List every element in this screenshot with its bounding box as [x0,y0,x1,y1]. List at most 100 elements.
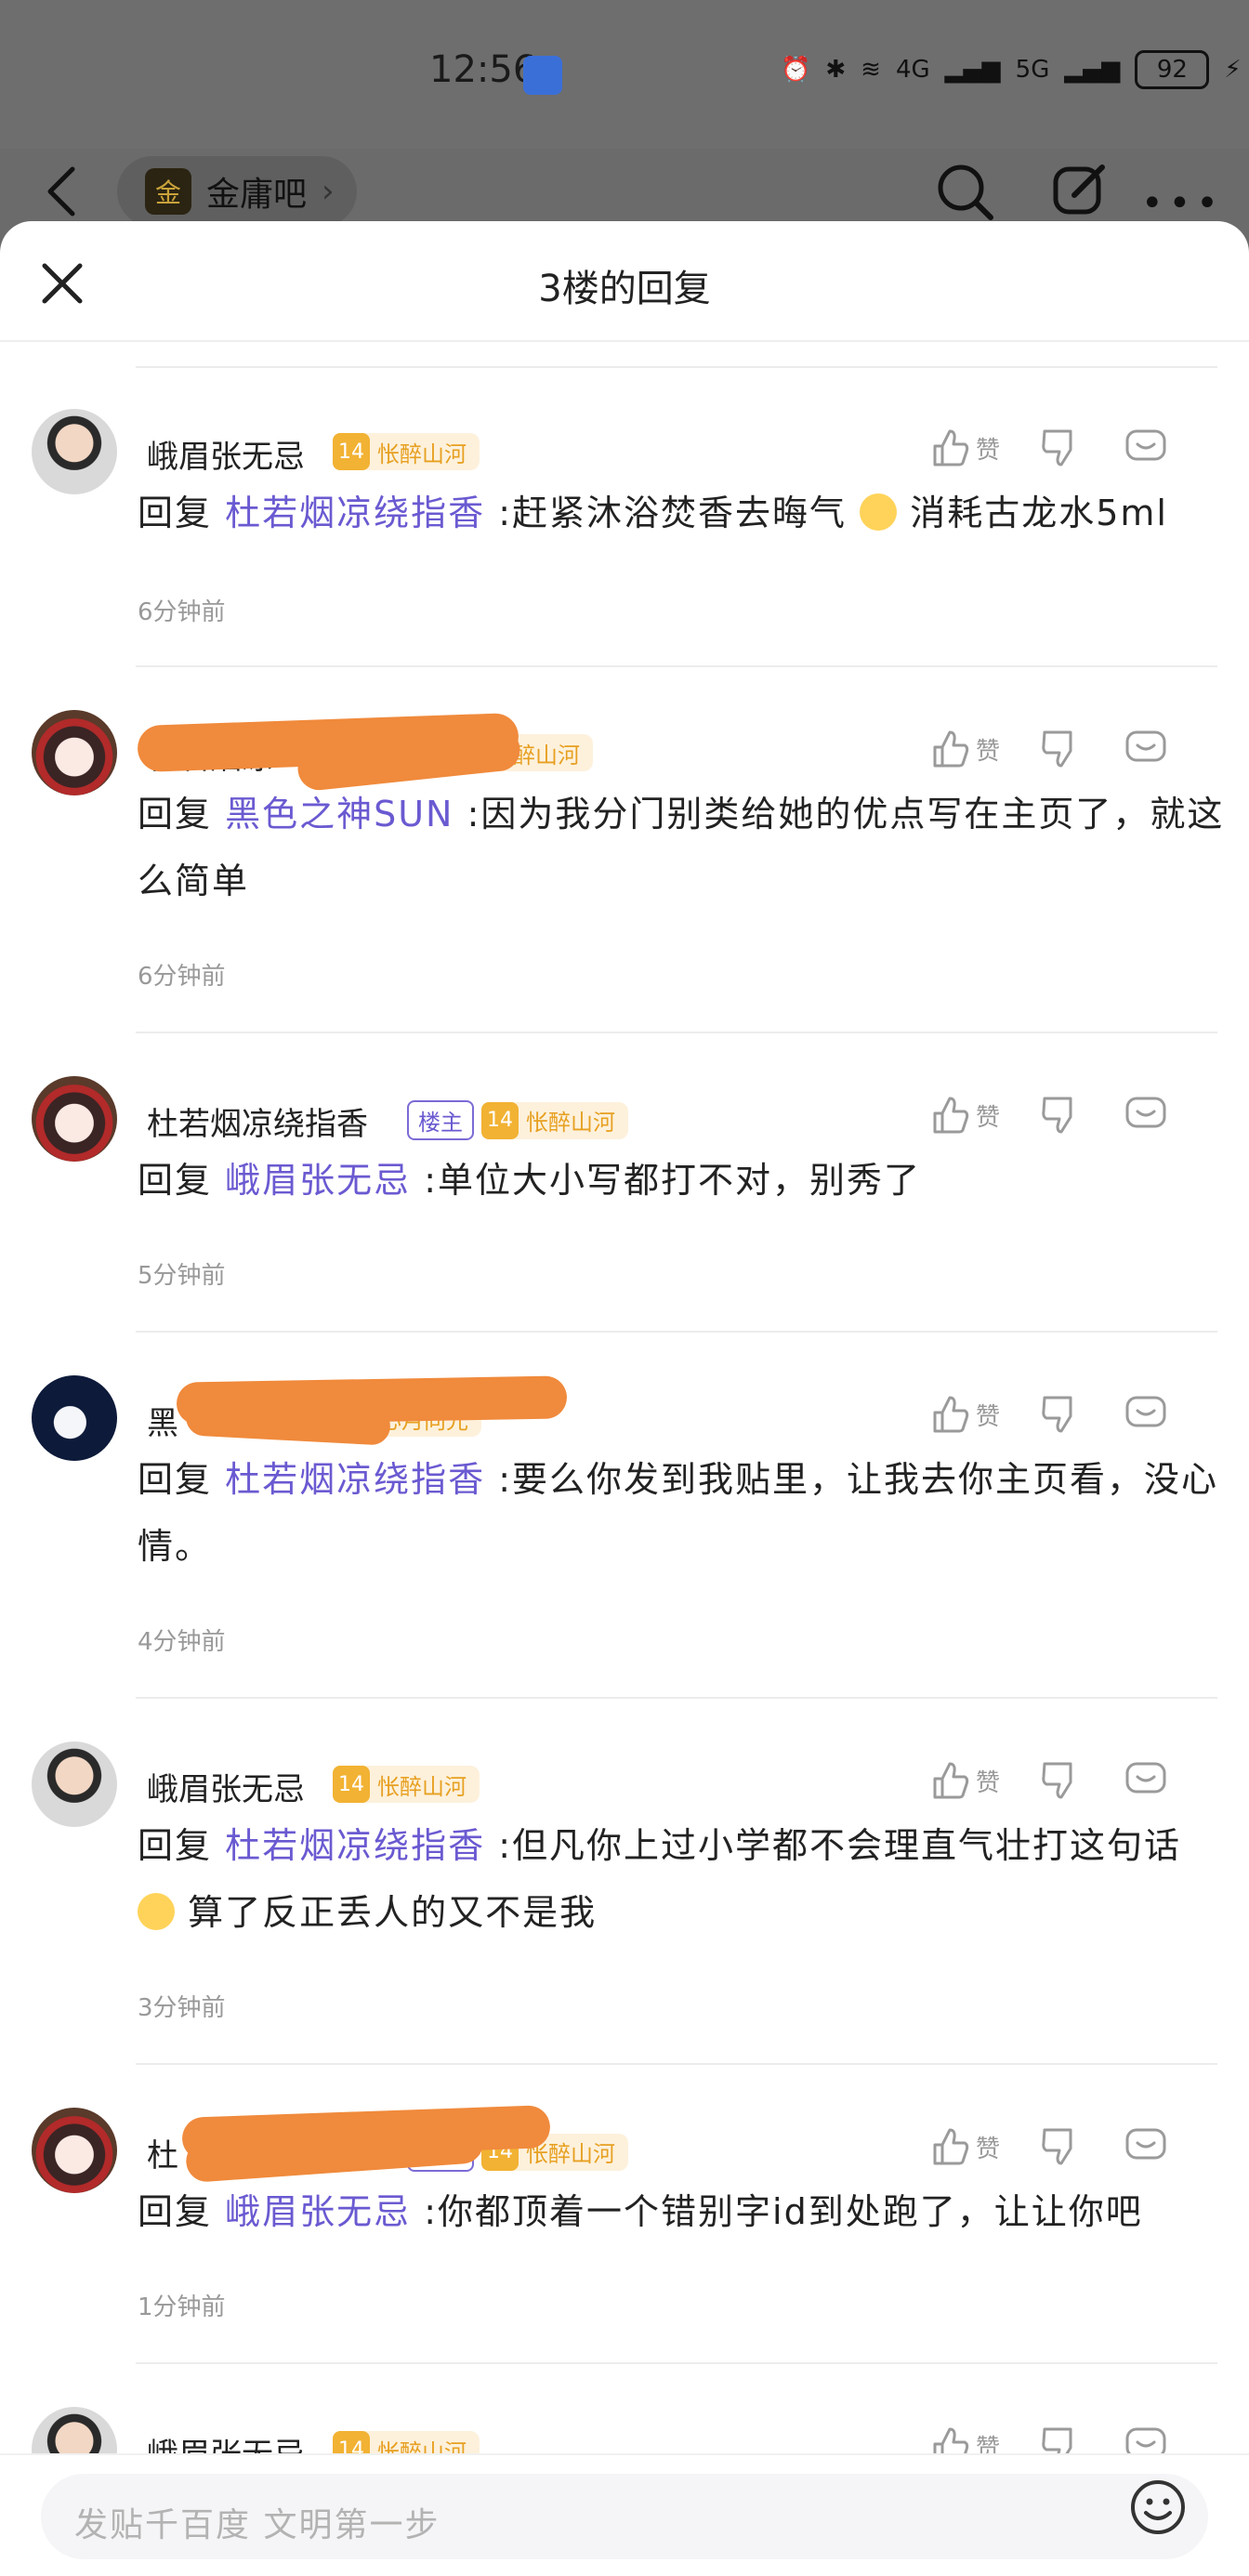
reply-time: 4分钟前 [138,1628,226,1656]
edit-icon[interactable] [1052,162,1108,217]
comment-icon[interactable] [1124,729,1167,769]
forum-chip[interactable]: 金 金庸吧 › [117,156,357,227]
network-5g-label: 5G [1015,56,1050,84]
username[interactable]: 黑 [147,1398,178,1443]
reply-text: :但凡你上过小学都不会理直气壮打这句话 [498,1825,1182,1866]
username[interactable]: 峨眉张无忌 [147,431,305,477]
reply-text: 消耗古龙水5ml [910,493,1168,533]
like-button[interactable]: 赞 [929,427,1000,468]
level-number: 14 [333,433,370,470]
network-4g-label: 4G [895,56,930,84]
level-number: 14 [481,1101,519,1139]
like-label: 赞 [976,1103,1001,1132]
level-badge: 14 怅醉山河 [481,1101,628,1139]
reply-target-user[interactable]: 峨眉张无忌 [225,1160,411,1201]
level-badge: 14 怅醉山河 [333,433,480,470]
sheet-title: 3楼的回复 [538,268,711,310]
like-button[interactable]: 赞 [929,1095,1000,1136]
status-time: 12:56 [429,48,537,91]
thumbs-down-icon[interactable] [1039,1760,1080,1801]
reply-actions: 赞 [929,1760,1167,1801]
reply-content: 回复 杜若烟凉绕指香 :但凡你上过小学都不会理直气壮打这句话 算了反正丢人的又不… [138,1812,1225,1946]
avatar[interactable] [32,1076,117,1162]
like-label: 赞 [976,1768,1001,1797]
level-number: 14 [333,1766,370,1803]
comment-icon[interactable] [1124,1394,1167,1435]
level-title: 怅醉山河 [377,1773,467,1800]
app-notification-icon [523,56,562,95]
avatar[interactable] [32,710,117,795]
reply-target-user[interactable]: 峨眉张无忌 [225,2191,411,2232]
like-label: 赞 [976,737,1001,766]
battery-indicator: 92 [1135,50,1210,89]
reply-prefix: 回复 [138,794,213,835]
owner-badge: 楼主 [407,1100,474,1140]
level-title: 怅醉山河 [526,1110,615,1136]
sheet-header: 3楼的回复 [0,221,1249,342]
divider [136,1032,1217,1033]
search-icon[interactable] [935,162,994,221]
reply-target-user[interactable]: 黑色之神SUN [225,794,454,835]
reply-target-user[interactable]: 杜若烟凉绕指香 [225,493,485,533]
reply-time: 3分钟前 [138,1994,226,2022]
back-arrow-icon[interactable] [43,165,80,217]
level-badge: 14 怅醉山河 [333,1766,480,1803]
more-icon[interactable]: ••• [1141,182,1224,225]
comment-input[interactable]: 发贴千百度 文明第一步 [41,2474,1208,2559]
divider [136,1331,1217,1333]
reply-target-user[interactable]: 杜若烟凉绕指香 [225,1825,485,1866]
forum-name: 金庸吧 [206,176,308,214]
reply-actions: 赞 [929,729,1167,769]
reply-target-user[interactable]: 杜若烟凉绕指香 [225,1459,485,1500]
username[interactable]: 峨眉张无忌 [147,1764,305,1809]
reply-actions: 赞 [929,1095,1167,1136]
level-title: 怅醉山河 [377,440,467,467]
divider [136,2362,1217,2364]
reply-time: 6分钟前 [138,963,226,991]
thumbs-up-icon [933,2128,969,2165]
avatar[interactable] [32,1741,117,1827]
reply-prefix: 回复 [138,1160,213,1201]
thumbs-down-icon[interactable] [1039,1095,1080,1136]
thumbs-down-icon[interactable] [1039,1394,1080,1435]
reply-text: 算了反正丢人的又不是我 [188,1892,598,1933]
wifi-icon: ≋ [861,56,881,84]
chevron-right-icon: › [322,173,335,210]
forum-logo: 金 [145,168,191,215]
reply-prefix: 回复 [138,1825,213,1866]
signal-icon: ▂▄▆ [944,56,1001,84]
thumbs-down-icon[interactable] [1039,2126,1080,2167]
thumbs-up-icon [933,429,969,467]
thumbs-up-icon [933,1762,969,1799]
comment-icon[interactable] [1124,1760,1167,1801]
signal-icon: ▂▄▆ [1064,56,1121,84]
like-button[interactable]: 赞 [929,1394,1000,1435]
reply-content: 回复 峨眉张无忌 :你都顶着一个错别字id到处跑了，让让你吧 [138,2178,1225,2245]
thumbs-up-icon [933,1097,969,1134]
comment-icon[interactable] [1124,2126,1167,2167]
reply-prefix: 回复 [138,1459,213,1500]
reply-text: :赶紧沐浴焚香去晦气 [498,493,848,533]
username[interactable]: 杜 [147,2130,178,2175]
reply-actions: 赞 [929,1394,1167,1435]
like-button[interactable]: 赞 [929,2126,1000,2167]
avatar[interactable] [32,1375,117,1461]
avatar[interactable] [32,2108,117,2193]
divider [136,366,1217,368]
comment-input-bar: 发贴千百度 文明第一步 [0,2453,1249,2576]
like-button[interactable]: 赞 [929,729,1000,769]
reply-content: 回复 黑色之神SUN :因为我分门别类给她的优点写在主页了，就这么简单 [138,781,1225,914]
reply-time: 5分钟前 [138,1262,226,1290]
like-button[interactable]: 赞 [929,1760,1000,1801]
status-bar: 12:56 ⏰ ✱ ≋ 4G ▂▄▆ 5G ▂▄▆ 92 ⚡ [0,0,1249,149]
bluetooth-icon: ✱ [825,56,847,84]
thumbs-up-icon [933,1396,969,1433]
emoji-picker-icon[interactable] [1128,2477,1188,2537]
username[interactable]: 杜若烟凉绕指香 [147,1098,368,1144]
divider [136,665,1217,667]
thumbs-down-icon[interactable] [1039,427,1080,468]
comment-icon[interactable] [1124,427,1167,468]
thumbs-down-icon[interactable] [1039,729,1080,769]
comment-icon[interactable] [1124,1095,1167,1136]
avatar[interactable] [32,409,117,494]
